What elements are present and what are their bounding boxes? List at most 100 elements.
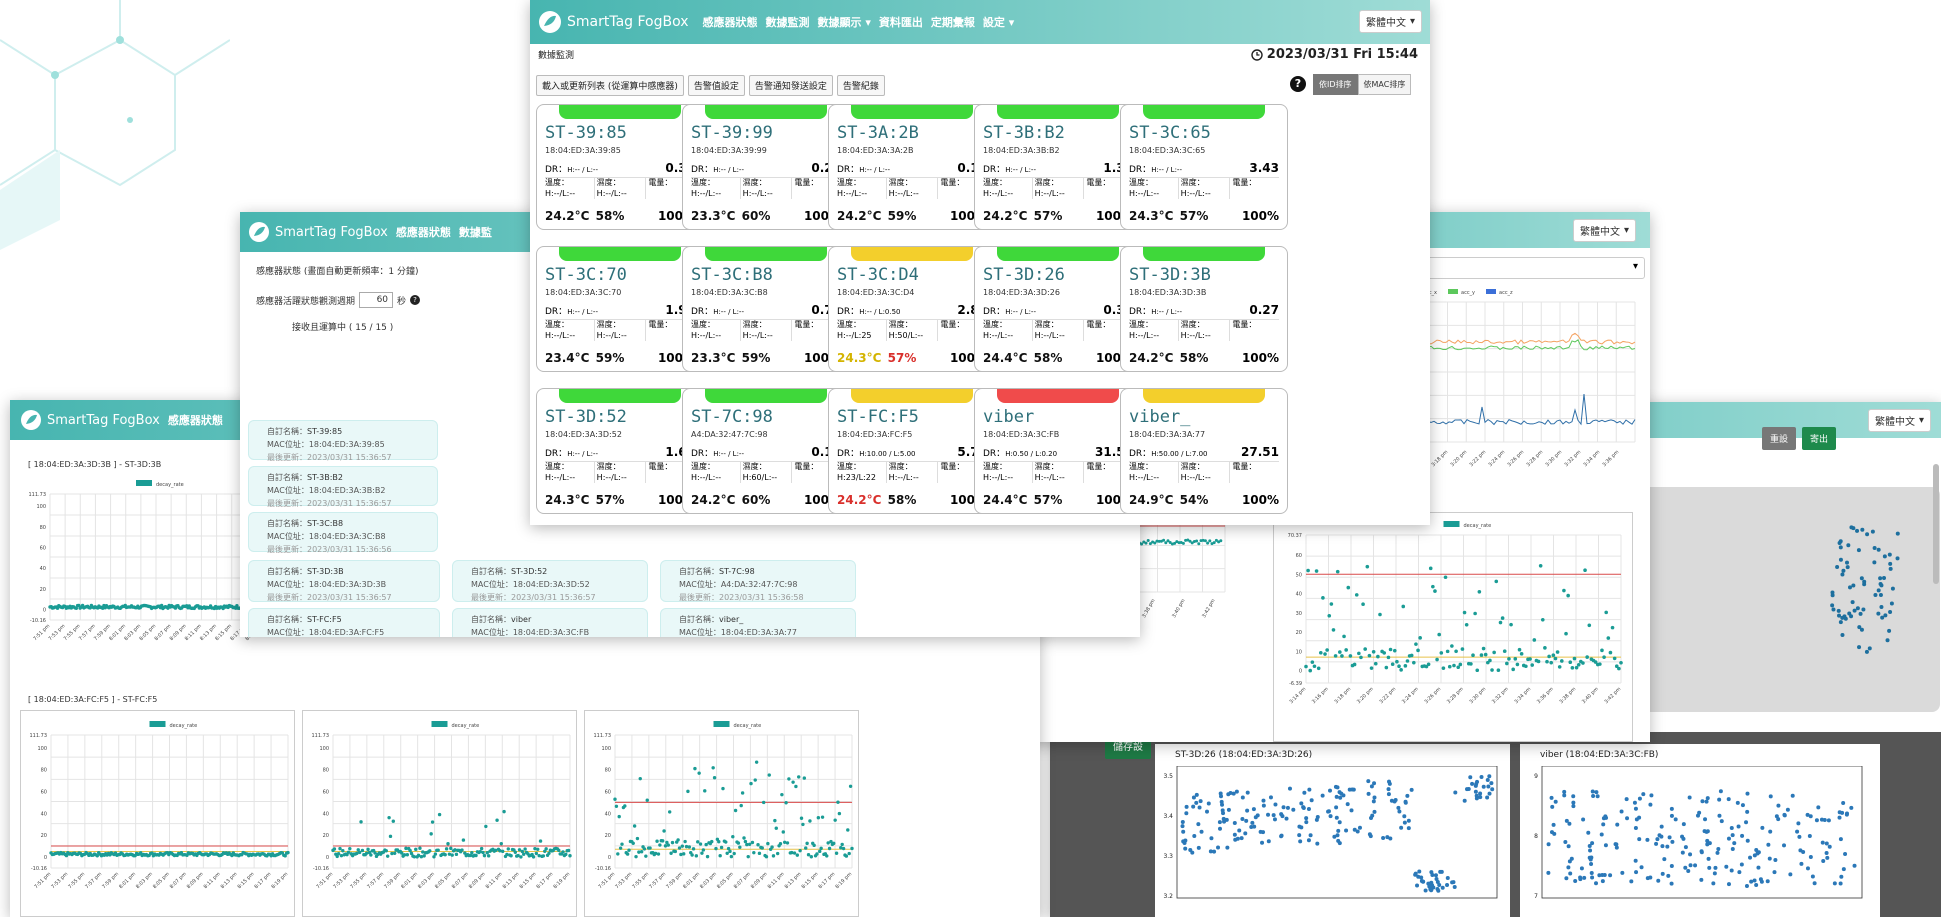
hum-threshold: H:--/L:-- [1180, 473, 1211, 482]
nav-data-export[interactable]: 資料匯出 [879, 14, 923, 30]
data-point [357, 850, 362, 855]
data-point [683, 839, 687, 844]
data-point [1212, 541, 1216, 545]
sensor-name: viber [983, 407, 1035, 427]
language-select[interactable]: 繁體中文 ▾ [1358, 10, 1422, 33]
data-point [1625, 816, 1630, 821]
data-point [1196, 845, 1201, 850]
decay-rate-row: DR：H:-- / L:-- 0.24 [691, 161, 841, 178]
sensor-card[interactable]: viber_ 18:04:ED:3A:3A:77 DR：H:50.00 / L:7.… [1120, 388, 1288, 514]
data-point [1744, 820, 1749, 825]
nav-data-display[interactable]: 數據顯示 ▾ [818, 14, 871, 30]
hum-value: 60% [741, 209, 771, 223]
updated-label: 最後更新： [679, 593, 719, 602]
data-point [653, 851, 658, 856]
nav-settings[interactable]: 設定 ▾ [983, 14, 1014, 30]
sensor-card[interactable]: ST-3B:B2 18:04:ED:3A:3B:B2 DR：H:-- / L:-- 1… [974, 104, 1142, 230]
sensor-card[interactable]: viber 18:04:ED:3A:3C:FB DR：H:0.50 / L:0.20… [974, 388, 1142, 514]
sensor-card[interactable]: ST-3C:65 18:04:ED:3A:3C:65 DR：H:-- / L:-- 3… [1120, 104, 1288, 230]
sensor-card[interactable]: ST-3C:B8 18:04:ED:3A:3C:B8 DR：H:-- / L:-- 0… [682, 246, 850, 372]
nav-sensor-status[interactable]: 感應器狀態 [703, 14, 758, 30]
send-button[interactable]: 寄出 [1802, 427, 1837, 450]
sensor-status-tag[interactable]: 自訂名稱：ST-39:85 MAC位址：18:04:ED:3A:39:85 最後更新… [248, 420, 438, 462]
data-point [1830, 590, 1835, 595]
language-select[interactable]: 繁體中文 ▾ [1572, 218, 1636, 242]
nav-data-monitor[interactable]: 數據監 [459, 224, 492, 240]
observation-period-input[interactable]: 60 [359, 292, 394, 308]
help-icon[interactable]: ? [410, 295, 421, 305]
data-point [1730, 847, 1735, 852]
y-tick-label: 111.73 [312, 733, 330, 739]
data-point [1590, 789, 1595, 794]
data-point [1370, 813, 1375, 818]
sensor-status-tag[interactable]: 自訂名稱：ST-3D:3B MAC位址：18:04:ED:3A:3D:3B 最後更新… [248, 560, 440, 602]
sensor-card[interactable]: ST-3A:2B 18:04:ED:3A:3A:2B DR：H:-- / L:-- 0… [828, 104, 996, 230]
help-icon[interactable]: ? [1290, 76, 1306, 92]
sensor-status-tag[interactable]: 自訂名稱：ST-3D:52 MAC位址：18:04:ED:3A:3D:52 最後更新… [452, 560, 648, 602]
temp-threshold: H:--/L:-- [691, 473, 722, 482]
data-point [388, 834, 393, 839]
nav-data-monitor[interactable]: 數據監測 [766, 14, 810, 30]
data-point [1837, 810, 1842, 815]
temp-value: 23.3°C [691, 209, 736, 223]
sensor-card[interactable]: ST-3D:52 18:04:ED:3A:3D:52 DR：H:-- / L:-- 1… [536, 388, 704, 514]
nav-periodic-report[interactable]: 定期彙報 [931, 14, 975, 30]
hum-threshold: H:--/L:-- [596, 473, 627, 482]
sensor-status-tag[interactable]: 自訂名稱：ST-3B:B2 MAC位址：18:04:ED:3A:3B:B2 最後更新… [248, 466, 438, 508]
sensor-status-tag[interactable]: 自訂名稱：ST-3C:B8 MAC位址：18:04:ED:3A:3C:B8 最後更新… [248, 512, 438, 554]
data-point [1326, 809, 1331, 814]
alert-log-button[interactable]: 告警紀錄 [836, 75, 885, 96]
nav-sensor-status[interactable]: 感應器狀態 [168, 412, 223, 428]
data-point [1670, 839, 1675, 844]
data-point [1546, 842, 1551, 847]
alert-notify-settings-button[interactable]: 告警通知發送設定 [748, 75, 833, 96]
sensor-card[interactable]: ST-3C:D4 18:04:ED:3A:3C:D4 DR：H:-- / L:0.5… [828, 246, 996, 372]
data-point [761, 800, 766, 805]
sort-by-id-button[interactable]: 依ID排序 [1313, 74, 1358, 95]
sensor-status-tag[interactable]: 自訂名稱：ST-7C:98 MAC位址：A4:DA:32:47:7C:98 最後更新… [660, 560, 856, 602]
reload-list-button[interactable]: 載入或更新列表 (從運算中感應器) [536, 75, 684, 96]
sensor-status-tag[interactable]: 自訂名稱：ST-FC:F5MAC位址：18:04:ED:3A:FC:F5最後更新… [248, 608, 440, 637]
data-point [1724, 864, 1729, 869]
nav-sensor-status[interactable]: 感應器狀態 [396, 224, 451, 240]
name-label: 自訂名稱： [471, 615, 511, 624]
data-point [481, 850, 485, 855]
data-point [825, 854, 829, 858]
data-point [1715, 850, 1720, 855]
sensor-card[interactable]: ST-3D:3B 18:04:ED:3A:3D:3B DR：H:-- / L:-- 0… [1120, 246, 1288, 372]
data-point [1297, 824, 1302, 829]
sensor-status-tag[interactable]: 自訂名稱：viberMAC位址：18:04:ED:3A:3C:FB最後更新：20… [452, 608, 648, 637]
sensor-card[interactable]: ST-3C:70 18:04:ED:3A:3C:70 DR：H:-- / L:-- 1… [536, 246, 704, 372]
values-row: 24.3°C 57% 100% [543, 493, 697, 507]
data-point [1599, 832, 1604, 837]
sensor-card[interactable]: ST-FC:F5 18:04:ED:3A:FC:F5 DR：H:10.00 / L:… [828, 388, 996, 514]
language-select[interactable]: 繁體中文 ▾ [1867, 408, 1931, 432]
data-point [1822, 818, 1827, 823]
y-tick-label: 111.73 [594, 733, 612, 739]
data-point [1428, 566, 1433, 571]
sensor-card[interactable]: ST-7C:98 A4:DA:32:47:7C:98 DR：H:-- / L:-- 0… [682, 388, 850, 514]
values-row: 24.3°C 57% 100% [1127, 209, 1281, 223]
data-point [725, 851, 729, 855]
data-point [1567, 821, 1572, 826]
data-point [522, 852, 526, 856]
sensor-card[interactable]: ST-3D:26 18:04:ED:3A:3D:26 DR：H:-- / L:-- 0… [974, 246, 1142, 372]
scrollbar[interactable] [1933, 464, 1939, 584]
data-point [669, 851, 673, 855]
sort-by-mac-button[interactable]: 依MAC排序 [1357, 74, 1412, 95]
tag-mac: 18:04:ED:3A:3D:52 [512, 580, 590, 589]
sensor-select[interactable]: ▾ [1415, 257, 1645, 279]
data-point [1840, 632, 1845, 637]
tag-name: ST-39:85 [307, 427, 343, 436]
reset-button[interactable]: 重設 [1762, 427, 1797, 450]
data-point [770, 845, 774, 849]
data-point [819, 846, 823, 851]
sensor-card[interactable]: ST-39:99 18:04:ED:3A:39:99 DR：H:-- / L:-- 0… [682, 104, 850, 230]
x-tick-label: 3:40 pm [1171, 598, 1187, 619]
temp-label: 溫度： [837, 178, 861, 187]
data-point [1435, 880, 1440, 885]
sensor-status-tag[interactable]: 自訂名稱：viber_MAC位址：18:04:ED:3A:3A:77最後更新：2… [660, 608, 856, 637]
data-point [1515, 662, 1520, 667]
sensor-card[interactable]: ST-39:85 18:04:ED:3A:39:85 DR：H:-- / L:-- 0… [536, 104, 704, 230]
alert-value-settings-button[interactable]: 告警值設定 [687, 75, 745, 96]
